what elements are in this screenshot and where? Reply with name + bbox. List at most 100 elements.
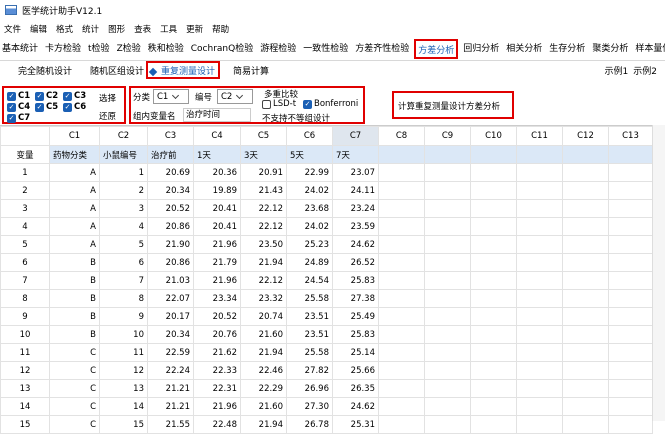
data-cell[interactable]: 20.76	[193, 325, 241, 344]
data-cell[interactable]	[470, 235, 517, 254]
data-cell[interactable]	[516, 307, 563, 326]
data-cell[interactable]: B	[49, 307, 100, 326]
data-cell[interactable]: 25.49	[332, 307, 379, 326]
data-cell[interactable]: 27.38	[332, 289, 379, 308]
data-cell[interactable]: 5	[99, 235, 148, 254]
data-cell[interactable]: 21.60	[240, 325, 287, 344]
example-2-link[interactable]: 示例2	[633, 67, 657, 77]
data-cell[interactable]	[424, 217, 471, 236]
vertical-scrollbar[interactable]	[652, 125, 665, 421]
data-cell[interactable]: 25.23	[286, 235, 333, 254]
data-cell[interactable]: 20.41	[193, 199, 241, 218]
data-cell[interactable]: 21.96	[193, 397, 241, 416]
data-cell[interactable]	[608, 379, 653, 398]
data-cell[interactable]: 1	[99, 163, 148, 182]
data-cell[interactable]: 24.89	[286, 253, 333, 272]
data-cell[interactable]: 24.62	[332, 397, 379, 416]
data-cell[interactable]	[516, 235, 563, 254]
tab-8[interactable]: 一致性检验	[301, 39, 350, 59]
data-cell[interactable]: 20.52	[193, 307, 241, 326]
column-header[interactable]: C12	[562, 126, 609, 146]
row-number[interactable]: 15	[0, 415, 50, 434]
menu-item[interactable]: 格式	[56, 23, 73, 35]
data-cell[interactable]	[378, 163, 425, 182]
data-cell[interactable]	[516, 271, 563, 290]
data-cell[interactable]	[470, 271, 517, 290]
data-cell[interactable]	[608, 325, 653, 344]
row-number[interactable]: 13	[0, 379, 50, 398]
subtab-repeated-measures[interactable]: 重复测量设计	[146, 61, 221, 79]
data-cell[interactable]: 23.59	[332, 217, 379, 236]
data-cell[interactable]: 24.54	[286, 271, 333, 290]
group-select[interactable]: C1	[153, 89, 189, 104]
data-cell[interactable]	[378, 397, 425, 416]
row-number[interactable]: 5	[0, 235, 50, 254]
row-number[interactable]: 12	[0, 361, 50, 380]
subtab-completely-random[interactable]: 完全随机设计	[18, 63, 72, 81]
data-cell[interactable]	[562, 271, 609, 290]
data-cell[interactable]	[562, 415, 609, 434]
data-cell[interactable]	[424, 361, 471, 380]
data-cell[interactable]	[470, 397, 517, 416]
data-cell[interactable]	[470, 181, 517, 200]
data-cell[interactable]: 21.62	[193, 343, 241, 362]
data-cell[interactable]: 22.59	[147, 343, 194, 362]
data-cell[interactable]: 15	[99, 415, 148, 434]
data-cell[interactable]	[516, 325, 563, 344]
data-cell[interactable]: 25.83	[332, 271, 379, 290]
data-cell[interactable]: 10	[99, 325, 148, 344]
data-cell[interactable]	[608, 361, 653, 380]
data-cell[interactable]: 21.79	[193, 253, 241, 272]
data-cell[interactable]: 25.31	[332, 415, 379, 434]
data-cell[interactable]: 21.55	[147, 415, 194, 434]
data-cell[interactable]: 21.96	[193, 235, 241, 254]
data-cell[interactable]	[424, 397, 471, 416]
restore-button[interactable]: 还原	[99, 110, 116, 122]
tab-6[interactable]: CochranQ检验	[189, 39, 255, 59]
data-cell[interactable]: B	[49, 271, 100, 290]
data-cell[interactable]: 21.60	[240, 397, 287, 416]
data-cell[interactable]: A	[49, 199, 100, 218]
within-variable-input[interactable]: 治疗时间	[183, 108, 251, 122]
data-cell[interactable]: 22.46	[240, 361, 287, 380]
data-cell[interactable]: 22.12	[240, 217, 287, 236]
tab-1[interactable]: 基本统计	[0, 39, 40, 59]
data-cell[interactable]: B	[49, 325, 100, 344]
data-cell[interactable]: 21.94	[240, 343, 287, 362]
data-cell[interactable]: 2	[99, 181, 148, 200]
data-cell[interactable]: 24.02	[286, 217, 333, 236]
data-cell[interactable]: B	[49, 289, 100, 308]
data-cell[interactable]	[378, 217, 425, 236]
data-cell[interactable]: 23.34	[193, 289, 241, 308]
data-cell[interactable]: 27.30	[286, 397, 333, 416]
data-cell[interactable]: 25.83	[332, 325, 379, 344]
data-cell[interactable]: C	[49, 379, 100, 398]
variable-name-cell[interactable]: 小鼠编号	[99, 145, 148, 164]
variable-name-cell[interactable]: 1天	[193, 145, 241, 164]
column-header[interactable]: C1	[49, 126, 100, 146]
row-number[interactable]: 3	[0, 199, 50, 218]
data-cell[interactable]: 20.52	[147, 199, 194, 218]
data-cell[interactable]: 3	[99, 199, 148, 218]
data-cell[interactable]	[424, 253, 471, 272]
data-cell[interactable]: 22.31	[193, 379, 241, 398]
data-cell[interactable]	[562, 235, 609, 254]
data-cell[interactable]: 20.34	[147, 181, 194, 200]
row-number[interactable]: 1	[0, 163, 50, 182]
data-cell[interactable]	[470, 415, 517, 434]
data-cell[interactable]	[516, 379, 563, 398]
column-header[interactable]: C3	[147, 126, 194, 146]
data-cell[interactable]	[378, 361, 425, 380]
data-cell[interactable]	[608, 163, 653, 182]
data-cell[interactable]: 6	[99, 253, 148, 272]
data-cell[interactable]: 21.94	[240, 415, 287, 434]
data-cell[interactable]: 20.74	[240, 307, 287, 326]
checkbox-c6[interactable]: ✓ C6	[63, 102, 86, 112]
data-cell[interactable]	[424, 163, 471, 182]
data-cell[interactable]	[608, 217, 653, 236]
row-number[interactable]: 4	[0, 217, 50, 236]
data-cell[interactable]	[562, 343, 609, 362]
data-cell[interactable]: A	[49, 235, 100, 254]
checkbox-c3[interactable]: ✓ C3	[63, 91, 86, 101]
checkbox-c2[interactable]: ✓ C2	[35, 91, 58, 101]
